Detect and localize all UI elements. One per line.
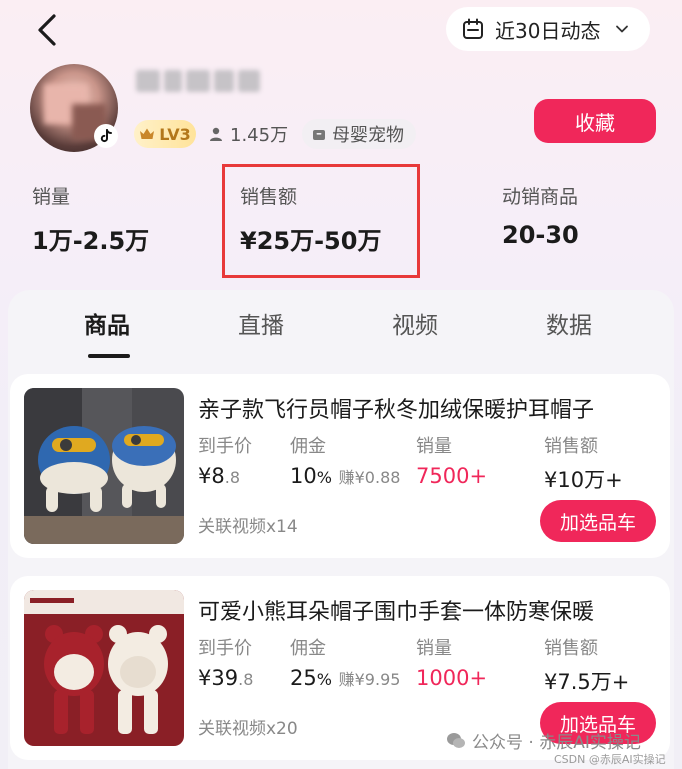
highlight-annotation-box xyxy=(222,164,420,278)
person-icon xyxy=(210,127,222,141)
chevron-left-icon xyxy=(38,14,56,46)
date-range-label: 近30日动态 xyxy=(495,18,601,43)
crown-icon xyxy=(140,128,155,139)
level-badge: LV3 xyxy=(134,120,196,148)
source-watermark: CSDN @赤辰AI实操记 xyxy=(554,753,666,766)
chevron-down-icon xyxy=(616,25,629,33)
commission-metric: 佣金 10% 赚¥0.88 xyxy=(290,436,401,488)
product-title[interactable]: 亲子款飞行员帽子秋冬加绒保暖护耳帽子 xyxy=(198,392,654,424)
tab-products[interactable]: 商品 xyxy=(84,306,130,340)
active-tab-indicator xyxy=(88,354,130,358)
category-tag: 母婴宠物 xyxy=(302,119,416,149)
tab-bar: 商品 直播 视频 数据 xyxy=(8,290,674,368)
tab-data[interactable]: 数据 xyxy=(546,306,592,340)
date-range-dropdown[interactable]: 近30日动态 xyxy=(446,7,650,51)
product-image[interactable] xyxy=(24,388,184,544)
product-title[interactable]: 可爱小熊耳朵帽子围巾手套一体防寒保暖 xyxy=(198,594,654,626)
fans-count: 1.45万 xyxy=(208,120,288,148)
sales-metric: 销量 7500+ xyxy=(416,436,488,488)
product-image[interactable] xyxy=(24,590,184,746)
add-to-selection-button[interactable]: 加选品车 xyxy=(540,500,656,542)
sales-metric: 销量 1000+ xyxy=(416,638,488,690)
tab-live[interactable]: 直播 xyxy=(238,306,284,340)
wechat-icon xyxy=(447,732,465,748)
price-metric: 到手价 ¥39.8 xyxy=(198,638,254,690)
username-blurred xyxy=(136,70,264,96)
tab-videos[interactable]: 视频 xyxy=(392,306,438,340)
back-button[interactable] xyxy=(34,12,64,48)
price-metric: 到手价 ¥8.8 xyxy=(198,436,252,488)
shop-bag-icon xyxy=(313,130,325,140)
douyin-icon xyxy=(94,124,118,148)
revenue-metric: 销售额 ¥10万+ xyxy=(544,436,623,492)
linked-videos-count[interactable]: 关联视频x20 xyxy=(198,714,298,739)
linked-videos-count[interactable]: 关联视频x14 xyxy=(198,512,298,537)
product-card[interactable]: 亲子款飞行员帽子秋冬加绒保暖护耳帽子 到手价 ¥8.8 佣金 10% 赚¥0.8… xyxy=(10,374,670,558)
commission-metric: 佣金 25% 赚¥9.95 xyxy=(290,638,401,690)
stat-sales-volume: 销量 1万-2.5万 xyxy=(32,186,150,255)
revenue-metric: 销售额 ¥7.5万+ xyxy=(544,638,630,694)
favorite-button[interactable]: 收藏 xyxy=(534,99,656,143)
stat-active-products: 动销商品 20-30 xyxy=(502,186,579,249)
calendar-icon xyxy=(463,18,483,39)
watermark: 公众号 · 赤辰AI实操记 xyxy=(446,728,641,753)
